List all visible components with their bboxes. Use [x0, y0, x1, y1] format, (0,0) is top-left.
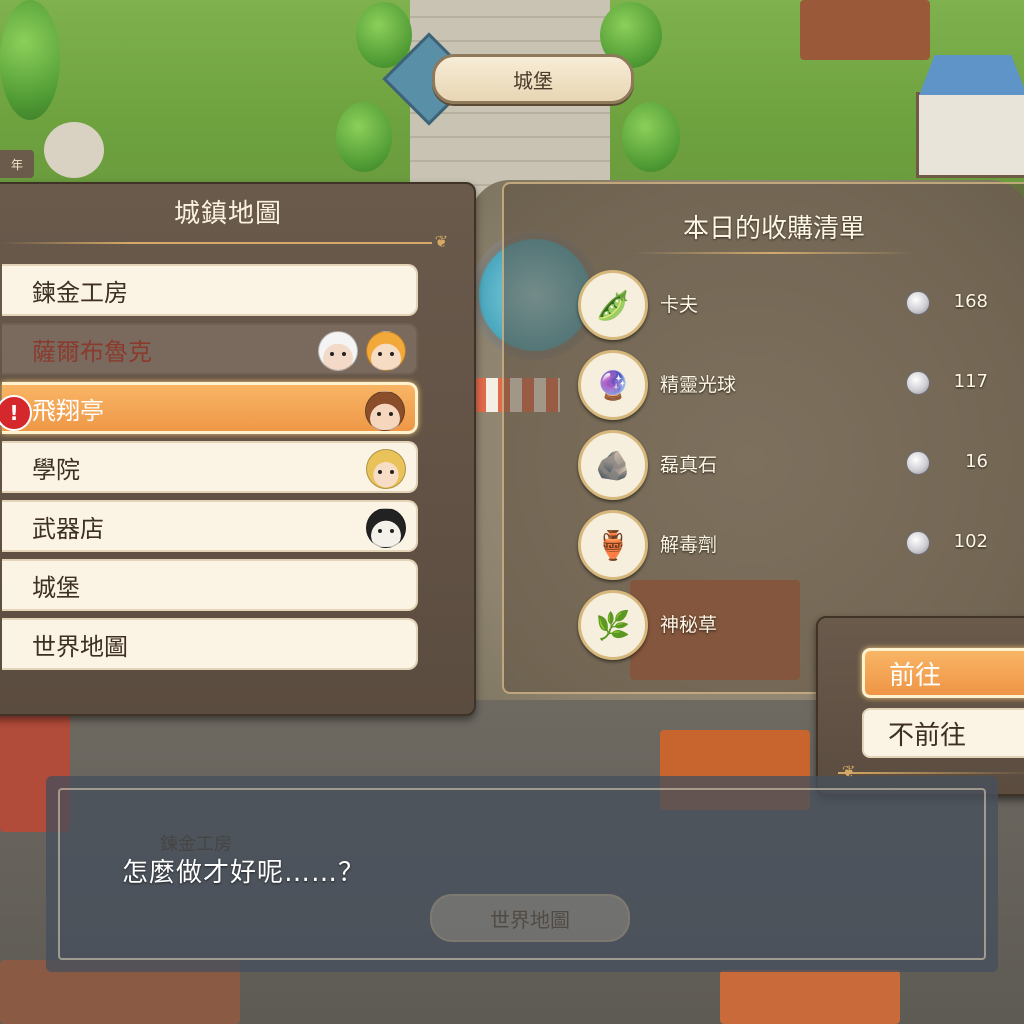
item-name: 解毒劑 — [660, 534, 718, 556]
corner-tag: 年 — [0, 150, 34, 178]
item-name: 卡夫 — [660, 294, 699, 316]
item-price: 102 — [953, 531, 988, 552]
purchase-item: 🔮 精靈光球 117 — [578, 350, 1024, 420]
item-name: 神秘草 — [660, 614, 718, 636]
item-name: 磊真石 — [660, 454, 718, 476]
town-map-title: 城鎮地圖 — [173, 198, 282, 229]
green-bean-pods-icon: 🫛 — [578, 270, 648, 340]
location-alchemy-workshop[interactable]: 鍊金工房 — [2, 264, 418, 316]
dark-haired-face-icon — [366, 508, 406, 548]
title-divider — [634, 252, 914, 254]
town-map-panel: 城鎮地圖 ❦ 鍊金工房 薩爾布魯克 ! 飛翔亭 學院 武器店 城堡 世界地圖 — [0, 182, 476, 716]
location-flying-pavilion[interactable]: ! 飛翔亭 — [0, 382, 418, 434]
mystic-herb-icon: 🌿 — [578, 590, 648, 660]
shop-roof — [800, 0, 930, 60]
location-castle[interactable]: 城堡 — [2, 559, 418, 611]
location-label: 城堡 — [32, 573, 80, 602]
location-label: 飛翔亭 — [32, 396, 104, 425]
location-academy[interactable]: 學院 — [2, 441, 418, 493]
coin-icon — [906, 291, 930, 315]
location-saarbrucken: 薩爾布魯克 — [2, 323, 418, 375]
location-label: 鍊金工房 — [32, 278, 128, 307]
title-divider: ❦ — [2, 232, 452, 251]
coin-icon — [906, 371, 930, 395]
travel-choice-popup: 前往 不前往 ❦ — [816, 616, 1024, 796]
ore-stones-icon: 🪨 — [578, 430, 648, 500]
location-label: 學院 — [32, 455, 80, 484]
spirit-orbs-icon: 🔮 — [578, 350, 648, 420]
coin-icon — [906, 451, 930, 475]
coin-icon — [906, 531, 930, 555]
bush — [622, 102, 680, 172]
tree — [0, 0, 60, 120]
cart — [44, 122, 104, 178]
alert-icon: ! — [0, 395, 32, 431]
castle-signpost[interactable]: 城堡 — [432, 54, 634, 104]
item-price: 168 — [953, 291, 988, 312]
bush — [336, 102, 392, 172]
antidote-jar-icon: 🏺 — [578, 510, 648, 580]
house-roof — [720, 970, 900, 1024]
item-price: 117 — [953, 371, 988, 392]
dont-go-button[interactable]: 不前往 — [862, 708, 1024, 758]
blonde-face-icon — [366, 331, 406, 371]
location-label: 薩爾布魯克 — [32, 337, 152, 366]
faded-signpost-label: 鍊金工房 — [160, 834, 232, 855]
purchase-list-title: 本日的收購清單 — [682, 214, 865, 244]
location-world-map[interactable]: 世界地圖 — [2, 618, 418, 670]
purchase-item: 🪨 磊真石 16 — [578, 430, 1024, 500]
popup-divider — [838, 772, 1024, 774]
location-label: 世界地圖 — [32, 632, 128, 661]
long-blonde-face-icon — [366, 449, 406, 489]
white-haired-face-icon — [318, 331, 358, 371]
location-weapon-shop[interactable]: 武器店 — [2, 500, 418, 552]
wheat-ornament-icon: ❦ — [434, 232, 448, 251]
blue-roof-house — [916, 55, 1024, 178]
purchase-item: 🫛 卡夫 168 — [578, 270, 1024, 340]
world-map-signpost: 世界地圖 — [430, 894, 630, 942]
go-button[interactable]: 前往 — [862, 648, 1024, 698]
location-label: 武器店 — [32, 514, 104, 543]
dialogue-text: 怎麼做才好呢……？ — [122, 858, 366, 888]
purchase-item: 🏺 解毒劑 102 — [578, 510, 1024, 580]
location-list: 鍊金工房 薩爾布魯克 ! 飛翔亭 學院 武器店 城堡 世界地圖 — [0, 264, 418, 677]
brown-haired-face-icon — [365, 391, 405, 431]
dialogue-box[interactable]: 怎麼做才好呢……？ — [46, 776, 998, 972]
item-price: 16 — [965, 451, 988, 472]
item-name: 精靈光球 — [660, 374, 737, 396]
